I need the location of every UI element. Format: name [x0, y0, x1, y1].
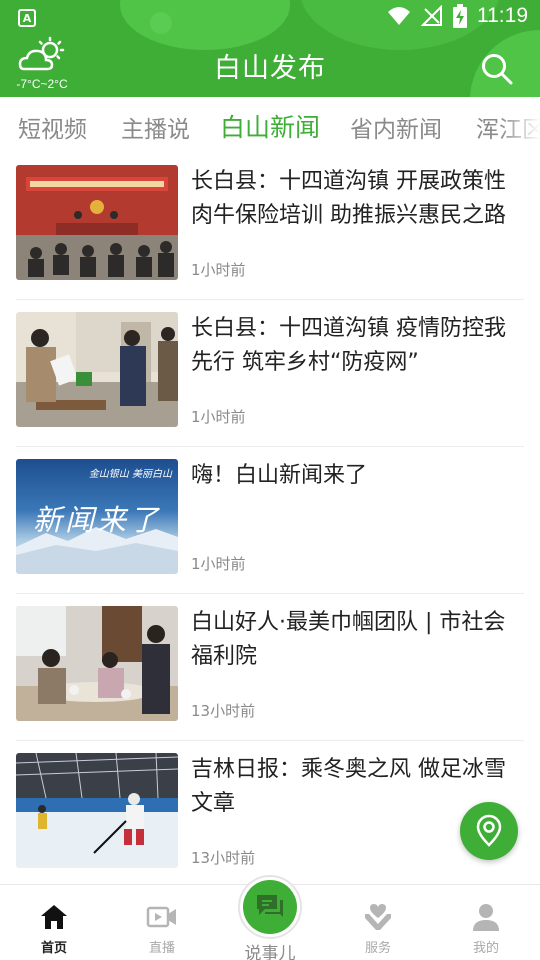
ice-hockey-photo-image — [16, 753, 178, 868]
news-time: 1小时前 — [191, 555, 246, 573]
clock: 11:19 — [477, 4, 528, 27]
news-title: 长白县：十四道沟镇 开展政策性肉牛保险培训 助推振兴惠民之路 — [191, 169, 506, 228]
search-button[interactable] — [480, 52, 514, 86]
nav-home[interactable]: 首页 — [0, 885, 108, 960]
news-time: 1小时前 — [191, 408, 246, 426]
nav-home-label: 首页 — [40, 941, 67, 956]
tab-anchor-talk[interactable]: 主播说 — [121, 110, 190, 144]
news-thumbnail — [16, 165, 178, 280]
location-pin-icon — [476, 814, 502, 847]
signal-off-icon — [421, 5, 442, 26]
news-time: 13小时前 — [191, 849, 256, 867]
news-thumbnail: 金山银山 美丽白山 新闻来了 — [16, 459, 178, 574]
news-item[interactable]: 金山银山 美丽白山 新闻来了 嗨！白山新闻来了 1小时前 — [16, 447, 524, 594]
tab-short-video[interactable]: 短视频 — [18, 110, 87, 144]
news-thumbnail — [16, 312, 178, 427]
page-title: 白山发布 — [214, 53, 326, 84]
meeting-photo-image — [16, 165, 178, 280]
heart-hand-icon — [365, 904, 391, 930]
status-bar: A 11:19 — [0, 0, 540, 36]
news-time: 13小时前 — [191, 702, 256, 720]
tab-province-news[interactable]: 省内新闻 — [350, 110, 442, 144]
nav-talk-bubble[interactable] — [238, 875, 302, 939]
nav-talk-label[interactable]: 说事儿 — [216, 939, 324, 960]
nav-live-label: 直播 — [148, 941, 175, 956]
notification-indicator: A — [18, 9, 36, 27]
volunteer-team-photo-image — [16, 606, 178, 721]
video-icon — [146, 906, 176, 928]
chat-icon — [257, 895, 283, 917]
nav-service-label: 服务 — [364, 941, 391, 956]
news-item[interactable]: 白山好人·最美巾帼团队 | 市社会福利院 13小时前 — [16, 594, 524, 741]
category-tabs: 短视频 主播说 白山新闻 省内新闻 浑江区 — [0, 97, 540, 153]
news-thumbnail — [16, 753, 178, 868]
thumb-subtext: 金山银山 美丽白山 — [88, 469, 172, 480]
news-thumbnail — [16, 606, 178, 721]
status-icons: 11:19 — [387, 4, 528, 28]
tab-baishan-news[interactable]: 白山新闻 — [220, 108, 320, 144]
nav-mine[interactable]: 我的 — [432, 885, 540, 960]
news-item[interactable]: 长白县：十四道沟镇 疫情防控我先行 筑牢乡村“防疫网” 1小时前 — [16, 300, 524, 447]
news-title: 长白县：十四道沟镇 疫情防控我先行 筑牢乡村“防疫网” — [191, 316, 506, 375]
news-item[interactable]: 吉林日报：乘冬奥之风 做足冰雪文章 13小时前 — [16, 741, 524, 888]
news-item[interactable]: 长白县：十四道沟镇 开展政策性肉牛保险培训 助推振兴惠民之路 1小时前 — [16, 153, 524, 300]
battery-charging-icon — [453, 4, 467, 28]
user-icon — [473, 904, 499, 931]
bottom-navigation: 首页 直播 说事儿 服务 我的 — [0, 875, 540, 960]
nav-live[interactable]: 直播 — [108, 885, 216, 960]
news-title: 白山好人·最美巾帼团队 | 市社会福利院 — [191, 610, 506, 669]
nav-mine-label: 我的 — [472, 941, 499, 956]
tabs-fade — [500, 97, 540, 153]
search-icon — [482, 54, 513, 85]
nav-talk-inner — [243, 880, 297, 934]
home-icon — [41, 905, 67, 929]
news-title: 嗨！白山新闻来了 — [191, 463, 368, 488]
location-button[interactable] — [460, 802, 518, 860]
nav-service[interactable]: 服务 — [324, 885, 432, 960]
wifi-icon — [388, 7, 410, 25]
epidemic-check-photo-image — [16, 312, 178, 427]
app-header: A 11:19 -7°C~2°C 白山发布 — [0, 0, 540, 97]
news-time: 1小时前 — [191, 261, 246, 279]
thumb-text: 新闻来了 — [32, 503, 161, 537]
